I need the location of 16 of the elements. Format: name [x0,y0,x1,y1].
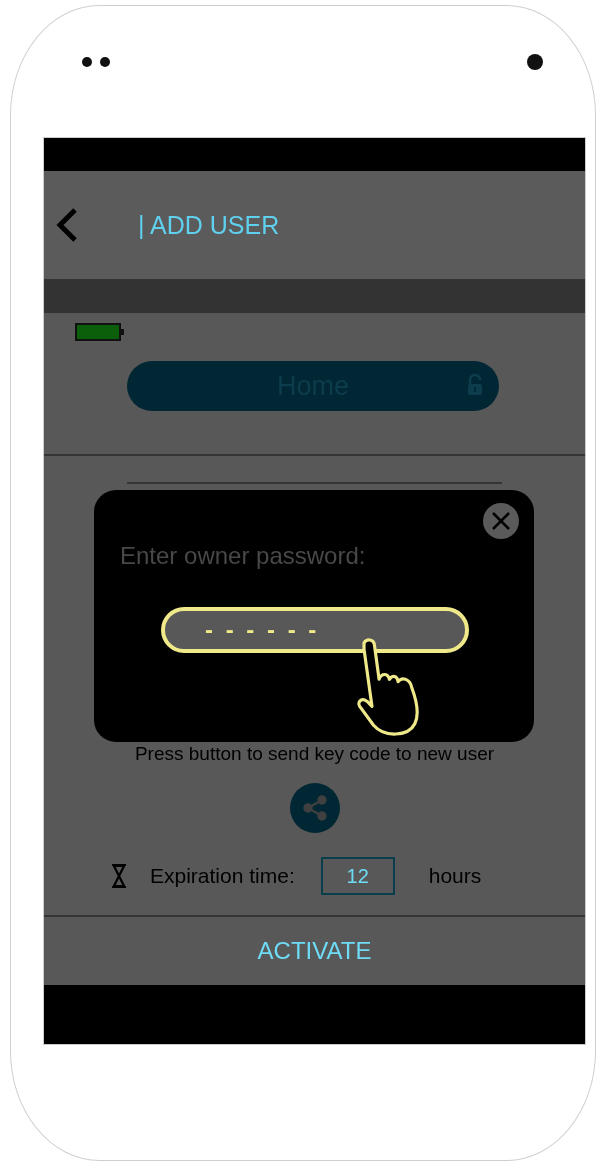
page-title: | ADD USER [138,210,280,240]
hours-label: hours [428,864,482,888]
dialog-label: Enter owner password: [120,542,366,570]
back-icon[interactable] [56,207,78,243]
hours-input[interactable]: 12 [320,857,395,895]
password-field[interactable]: - - - - - - [161,607,469,653]
camera-icon [526,53,544,71]
hourglass-icon [110,863,128,889]
close-icon[interactable] [482,502,520,540]
activate-button[interactable]: ACTIVATE [44,917,585,985]
battery-icon [74,322,126,342]
share-button[interactable] [289,783,340,833]
instruction-text: Press button to send key code to new user [133,743,496,765]
share-icon [301,795,328,821]
lock-icon [467,374,483,396]
expiration-label: Expiration time: [150,864,295,888]
